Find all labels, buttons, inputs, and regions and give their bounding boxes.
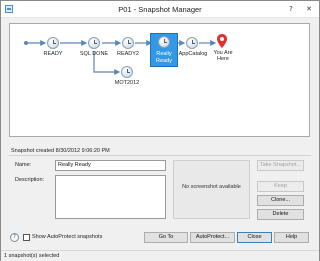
- help-circle-icon[interactable]: ?: [10, 233, 19, 242]
- close-title-button[interactable]: ✕: [300, 2, 318, 16]
- snapshot-tree-canvas[interactable]: READY SQL DONE READY2 Really Ready AppCa…: [9, 23, 310, 137]
- snapshot-manager-window: P01 - Snapshot Manager ? ✕ READY SQL DON…: [0, 0, 320, 261]
- snapshot-node-ready2[interactable]: [122, 37, 134, 49]
- snapshot-node-appcatalog[interactable]: [186, 37, 198, 49]
- delete-button[interactable]: Delete: [257, 209, 304, 220]
- snapshot-label-mot2012[interactable]: MOT2012: [111, 80, 143, 86]
- window-title: P01 - Snapshot Manager: [118, 5, 202, 14]
- snapshot-label-ready2[interactable]: READY2: [113, 51, 143, 57]
- help-title-button[interactable]: ?: [282, 2, 300, 16]
- snapshot-label-really-ready[interactable]: Really Ready: [150, 51, 178, 65]
- snapshot-label-appcatalog[interactable]: AppCatalog: [177, 51, 209, 57]
- show-autoprotect-checkbox[interactable]: [23, 234, 30, 241]
- status-bar: 1 snapshot(s) selected: [1, 250, 319, 261]
- show-autoprotect-label[interactable]: Show AutoProtect snapshots: [32, 234, 102, 240]
- snapshot-label-sql-done[interactable]: SQL DONE: [78, 51, 110, 57]
- snapshot-node-really-ready[interactable]: [158, 36, 170, 48]
- snapshot-label-ready[interactable]: READY: [38, 51, 68, 57]
- you-are-here-pin-icon: [217, 34, 227, 48]
- description-field[interactable]: [55, 175, 166, 219]
- screenshot-preview: No screenshot available: [173, 160, 250, 219]
- separator: [9, 155, 311, 156]
- title-bar: P01 - Snapshot Manager ? ✕: [1, 1, 319, 18]
- name-field[interactable]: Really Ready: [55, 160, 166, 171]
- go-to-button[interactable]: Go To: [144, 232, 188, 243]
- description-label: Description:: [15, 177, 45, 183]
- snapshot-node-mot2012[interactable]: [121, 66, 133, 78]
- status-bar-text: 1 snapshot(s) selected: [4, 253, 60, 259]
- autoprotect-button[interactable]: AutoProtect...: [190, 232, 235, 243]
- take-snapshot-button[interactable]: Take Snapshot...: [257, 160, 304, 171]
- you-are-here-label: You Are Here: [213, 50, 233, 62]
- clone-button[interactable]: Clone...: [257, 195, 304, 206]
- no-screenshot-text: No screenshot available: [182, 184, 241, 190]
- name-label: Name:: [15, 162, 32, 168]
- snapshot-created-text: Snapshot created 8/30/2012 9:06:20 PM: [11, 148, 110, 154]
- close-button[interactable]: Close: [237, 232, 272, 243]
- keep-button[interactable]: Keep: [257, 181, 304, 192]
- snapshot-node-ready[interactable]: [47, 37, 59, 49]
- snapshot-node-sql-done[interactable]: [88, 37, 100, 49]
- help-button[interactable]: Help: [274, 232, 309, 243]
